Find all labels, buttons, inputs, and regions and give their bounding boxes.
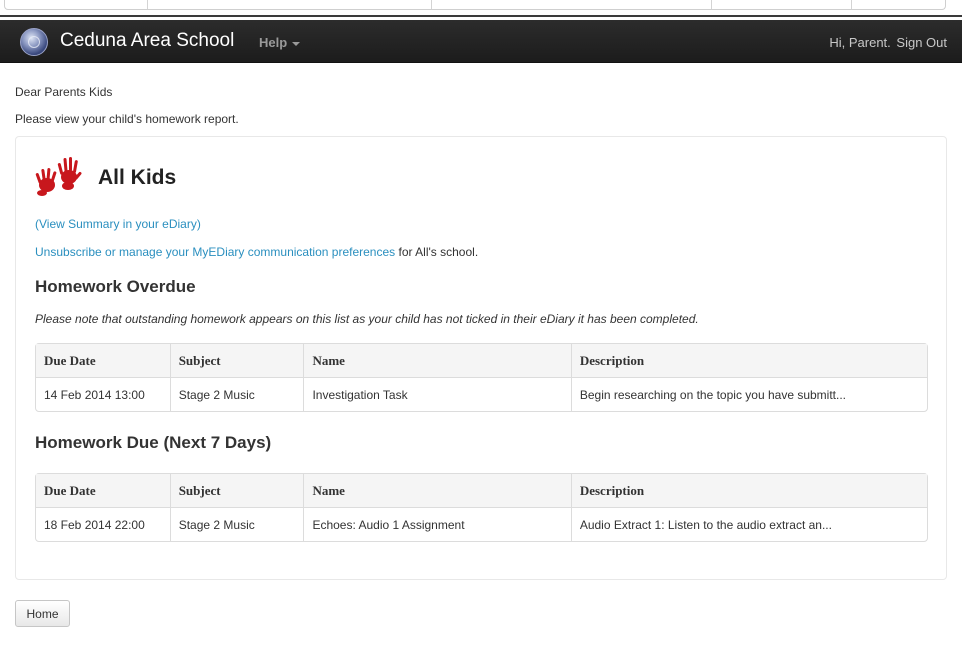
handprints-icon [35,157,82,196]
table-header-row: Due Date Subject Name Description [36,344,927,378]
column-header: Due Date [36,344,170,378]
letter-instruction: Please view your child's homework report… [15,112,239,126]
brand-title[interactable]: Ceduna Area School [60,30,234,52]
top-navbar: Ceduna Area School Help Hi, Parent. Sign… [0,20,962,63]
school-crest-icon[interactable] [20,28,48,56]
column-header: Description [570,474,927,508]
student-name: All Kids [98,166,177,189]
cell-divider [431,0,432,9]
upcoming-heading: Homework Due (Next 7 Days) [35,433,272,452]
view-summary-link[interactable]: (View Summary in your eDiary) [35,217,201,231]
column-header: Subject [169,344,304,378]
due-date-cell: 18 Feb 2014 22:00 [44,517,145,532]
partial-table-row [4,0,946,10]
column-header: Subject [169,474,304,508]
column-header: Description [570,344,927,378]
table-header-row: Due Date Subject Name Description [36,474,927,508]
column-header: Name [303,474,571,508]
upcoming-table: Due Date Subject Name Description 18 Feb… [35,473,928,542]
help-menu-label: Help [259,35,288,50]
top-divider [0,15,962,17]
table-row[interactable]: 14 Feb 2014 13:00 Stage 2 Music Investig… [36,378,927,411]
overdue-note: Please note that outstanding homework ap… [35,312,699,326]
unsubscribe-suffix: for All's school. [395,245,479,259]
subject-cell: Stage 2 Music [169,508,304,541]
home-button[interactable]: Home [15,600,70,627]
unsubscribe-link[interactable]: Unsubscribe or manage your MyEDiary comm… [35,245,395,259]
cell-divider [147,0,148,9]
description-cell: Begin researching on the topic you have … [570,378,927,411]
description-cell: Audio Extract 1: Listen to the audio ext… [570,508,927,541]
cell-divider [711,0,712,9]
column-header: Name [303,344,571,378]
subject-cell: Stage 2 Music [169,378,304,411]
letter-greeting: Dear Parents Kids [15,85,113,99]
due-date-cell: 14 Feb 2014 13:00 [44,387,145,402]
caret-down-icon [292,41,301,46]
table-row[interactable]: 18 Feb 2014 22:00 Stage 2 Music Echoes: … [36,508,927,541]
column-header: Due Date [36,474,170,508]
help-menu[interactable]: Help [259,35,301,50]
unsubscribe-line: Unsubscribe or manage your MyEDiary comm… [35,245,478,259]
overdue-heading: Homework Overdue [35,277,196,296]
user-menu: Hi, Parent. Sign Out [827,35,947,50]
homework-report-panel: All Kids (View Summary in your eDiary) U… [15,136,947,580]
cell-divider [851,0,852,9]
top-partial-table [0,0,962,17]
sign-out-link[interactable]: Sign Out [896,35,947,50]
name-cell: Investigation Task [303,378,570,411]
name-cell: Echoes: Audio 1 Assignment [303,508,570,541]
overdue-table: Due Date Subject Name Description 14 Feb… [35,343,928,412]
user-greeting: Hi, Parent. [829,35,891,50]
